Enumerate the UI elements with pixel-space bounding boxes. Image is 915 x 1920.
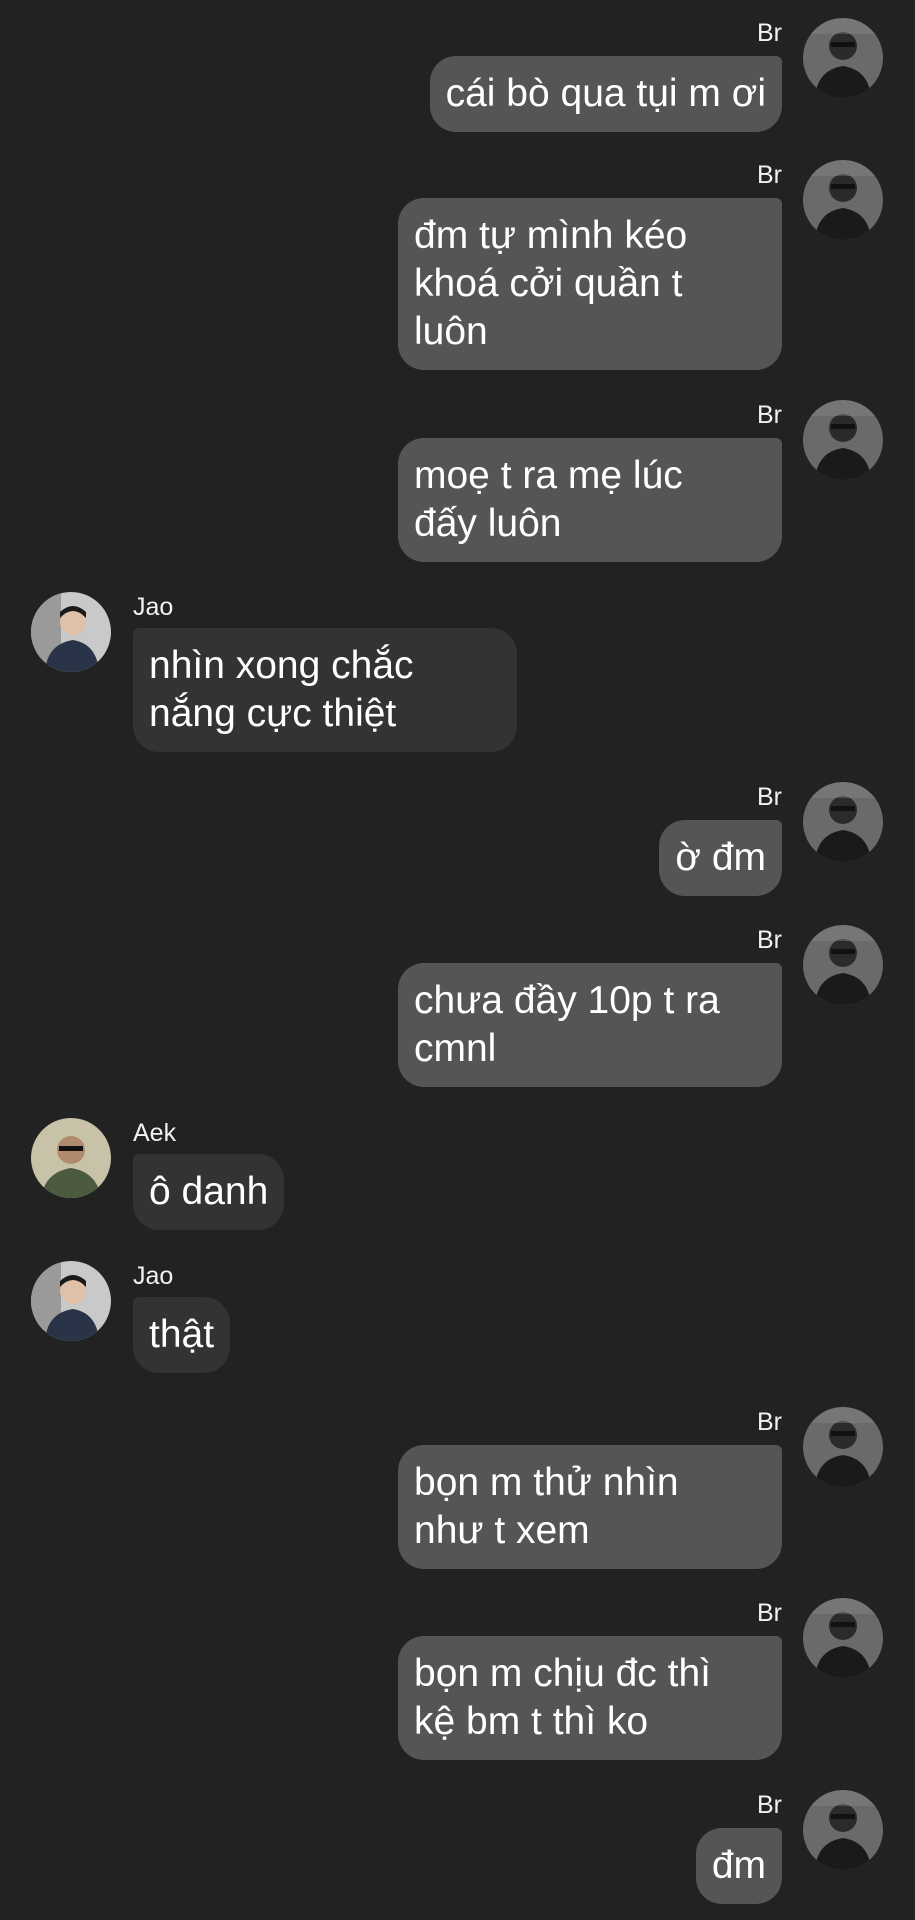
avatar-icon-br[interactable]	[803, 925, 883, 1005]
chat-bubble[interactable]: ô danh	[133, 1154, 285, 1230]
sender-name: Br	[757, 19, 782, 47]
chat-bubble[interactable]: ờ đm	[659, 820, 782, 896]
chat-bubble[interactable]: moẹ t ra mẹ lúc đấy luôn	[398, 438, 782, 562]
chat-bubble[interactable]: đm tự mình kéo khoá cởi quần t luôn	[398, 198, 782, 370]
avatar-icon-br[interactable]	[803, 1407, 883, 1487]
message-row: Jao thật	[0, 1261, 915, 1386]
bubble-text: bọn m chịu đc thì	[414, 1652, 711, 1695]
chat-bubble[interactable]: chưa đầy 10p t ra cmnl	[398, 963, 782, 1087]
sender-name: Jao	[133, 1262, 174, 1290]
bubble-text: nhìn xong chắc	[149, 644, 414, 687]
message-row: Br bọn m chịu đc thì kệ bm t thì ko	[0, 1598, 915, 1768]
sender-name: Br	[757, 161, 782, 189]
bubble-text: moẹ t ra mẹ lúc	[414, 454, 683, 497]
message-row: Br ờ đm	[0, 782, 915, 907]
bubble-text: luôn	[414, 310, 488, 353]
avatar-icon-br[interactable]	[803, 782, 883, 862]
avatar-icon-br[interactable]	[803, 400, 883, 480]
avatar-icon-aek[interactable]	[31, 1118, 111, 1198]
avatar-icon-br[interactable]	[803, 1598, 883, 1678]
chat-bubble[interactable]: thật	[133, 1297, 231, 1373]
avatar-icon-br[interactable]	[803, 1790, 883, 1870]
message-row: Br moẹ t ra mẹ lúc đấy luôn	[0, 400, 915, 570]
avatar-icon-jao[interactable]	[31, 1261, 111, 1341]
sender-name: Aek	[133, 1119, 177, 1147]
bubble-text: cái bò qua tụi m ơi	[445, 72, 766, 115]
chat-bubble[interactable]: nhìn xong chắc nắng cực thiệt	[133, 628, 517, 752]
bubble-text: ô danh	[149, 1170, 269, 1213]
sender-name: Br	[757, 1599, 782, 1627]
chat-bubble[interactable]: cái bò qua tụi m ơi	[429, 56, 782, 132]
bubble-text: đm	[711, 1844, 766, 1887]
message-row: Br đm	[0, 1790, 915, 1915]
bubble-text: chưa đầy 10p t ra	[414, 979, 720, 1022]
message-row: Br cái bò qua tụi m ơi	[0, 18, 915, 143]
bubble-text: như t xem	[414, 1509, 590, 1552]
message-row: Br đm tự mình kéo khoá cởi quần t luôn	[0, 160, 915, 380]
message-row: Aek ô danh	[0, 1118, 915, 1243]
bubble-text: nắng cực thiệt	[149, 692, 397, 735]
avatar-icon-jao[interactable]	[31, 592, 111, 672]
sender-name: Br	[757, 1408, 782, 1436]
bubble-text: đấy luôn	[414, 502, 562, 545]
bubble-text: thật	[149, 1313, 215, 1356]
bubble-text: khoá cởi quần t	[414, 262, 683, 305]
sender-name: Br	[757, 783, 782, 811]
sender-name: Br	[757, 1791, 782, 1819]
bubble-text: bọn m thử nhìn	[414, 1461, 679, 1504]
bubble-text: cmnl	[414, 1027, 497, 1070]
message-row: Br chưa đầy 10p t ra cmnl	[0, 925, 915, 1095]
message-row: Jao nhìn xong chắc nắng cực thiệt	[0, 592, 915, 762]
message-row: Br bọn m thử nhìn như t xem	[0, 1407, 915, 1577]
bubble-text: đm tự mình kéo	[414, 214, 688, 257]
sender-name: Jao	[133, 593, 174, 621]
avatar-icon-br[interactable]	[803, 160, 883, 240]
bubble-text: ờ đm	[675, 836, 766, 879]
avatar-icon-br[interactable]	[803, 18, 883, 98]
sender-name: Br	[757, 926, 782, 954]
chat-bubble[interactable]: đm	[695, 1828, 782, 1904]
chat-bubble[interactable]: bọn m chịu đc thì kệ bm t thì ko	[398, 1636, 782, 1760]
chat-bubble[interactable]: bọn m thử nhìn như t xem	[398, 1445, 782, 1569]
bubble-text: kệ bm t thì ko	[414, 1700, 649, 1743]
sender-name: Br	[757, 401, 782, 429]
